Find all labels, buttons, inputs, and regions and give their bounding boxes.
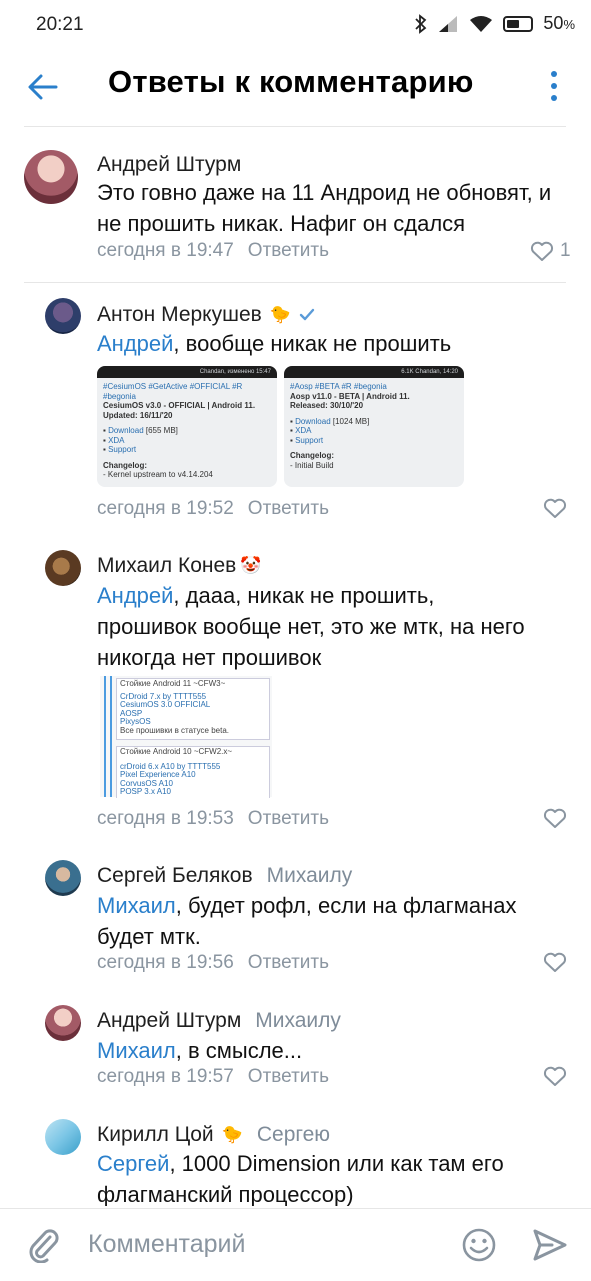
comment-input-bar: Комментарий <box>0 1208 591 1281</box>
author-name[interactable]: Антон Меркушев <box>97 303 262 327</box>
heart-icon <box>543 1066 567 1086</box>
comment-text: Это говно даже на 11 Андроид не обновят,… <box>97 180 552 236</box>
author-name[interactable]: Сергей Беляков <box>97 864 253 888</box>
verified-icon <box>299 308 315 321</box>
like-button[interactable] <box>543 952 567 973</box>
app-header: Ответы к комментарию <box>0 52 591 126</box>
author-name[interactable]: Андрей Штурм <box>97 1009 241 1033</box>
heart-icon <box>530 241 554 261</box>
avatar[interactable] <box>24 150 78 204</box>
clown-emoji: 🤡 <box>240 556 262 575</box>
wifi-icon <box>470 15 493 32</box>
comment-time: сегодня в 19:47 <box>97 240 234 261</box>
reply-button[interactable]: Ответить <box>248 1066 329 1087</box>
comment-input[interactable]: Комментарий <box>88 1230 245 1259</box>
chick-emoji: 🐤 <box>269 305 291 324</box>
attachment-image[interactable]: Chandan, изменено 15:47 #CesiumOS #GetAc… <box>97 366 277 487</box>
author-name[interactable]: Михаил Конев <box>97 554 236 578</box>
comment-text: , в смысле... <box>175 1038 303 1063</box>
avatar[interactable] <box>45 1119 81 1155</box>
comment-text: , вообще никак не прошить <box>173 331 452 356</box>
comment-time: сегодня в 19:52 <box>97 498 234 519</box>
chick-emoji: 🐤 <box>221 1125 243 1144</box>
like-button[interactable]: 1 <box>530 240 571 262</box>
reply-button[interactable]: Ответить <box>248 808 329 829</box>
comment-time: сегодня в 19:56 <box>97 952 234 973</box>
page-title: Ответы к комментарию <box>108 64 474 99</box>
avatar[interactable] <box>45 550 81 586</box>
heart-icon <box>543 952 567 972</box>
author-name[interactable]: Андрей Штурм <box>97 153 241 177</box>
attachment-header: Chandan, изменено 15:47 <box>97 366 277 378</box>
status-bar: 20:21 50% <box>0 0 591 52</box>
heart-icon <box>543 498 567 518</box>
header-divider <box>24 126 566 127</box>
mention-link[interactable]: Андрей <box>97 331 173 356</box>
reply-to-name[interactable]: Сергею <box>257 1123 330 1147</box>
more-vertical-icon[interactable] <box>544 68 564 104</box>
comment-time: сегодня в 19:57 <box>97 1066 234 1087</box>
heart-icon <box>543 808 567 828</box>
like-count: 1 <box>560 240 571 261</box>
bluetooth-icon <box>415 13 427 34</box>
comment-divider <box>24 282 566 283</box>
send-icon[interactable] <box>532 1227 568 1263</box>
mention-link[interactable]: Михаил <box>97 893 176 918</box>
mention-link[interactable]: Андрей <box>97 583 173 608</box>
reply-button[interactable]: Ответить <box>248 498 329 519</box>
avatar[interactable] <box>45 1005 81 1041</box>
avatar[interactable] <box>45 298 81 334</box>
like-button[interactable] <box>543 808 567 829</box>
mention-link[interactable]: Михаил <box>97 1038 176 1063</box>
like-button[interactable] <box>543 1066 567 1087</box>
mention-link[interactable]: Сергей <box>97 1151 169 1176</box>
attachment-header: 6.1K Chandan, 14:20 <box>284 366 464 378</box>
reply-button[interactable]: Ответить <box>248 952 329 973</box>
author-name[interactable]: Кирилл Цой <box>97 1123 214 1147</box>
reply-button[interactable]: Ответить <box>248 240 329 261</box>
battery-icon <box>503 15 534 32</box>
comment-time: сегодня в 19:53 <box>97 808 234 829</box>
reply-to-name[interactable]: Михаилу <box>267 864 353 888</box>
battery-level: 50% <box>543 13 575 33</box>
reply-to-name[interactable]: Михаилу <box>255 1009 341 1033</box>
like-button[interactable] <box>543 498 567 519</box>
clock: 20:21 <box>36 14 84 35</box>
attachment-image[interactable]: Стойкие Android 11 ~CFW3~ CrDroid 7.x by… <box>100 676 272 798</box>
back-arrow-icon[interactable] <box>26 70 60 104</box>
signal-icon <box>439 15 458 32</box>
emoji-icon[interactable] <box>461 1227 497 1263</box>
paperclip-icon[interactable] <box>26 1227 60 1263</box>
attachment-image[interactable]: 6.1K Chandan, 14:20 #Aosp #BETA #R #bego… <box>284 366 464 487</box>
avatar[interactable] <box>45 860 81 896</box>
